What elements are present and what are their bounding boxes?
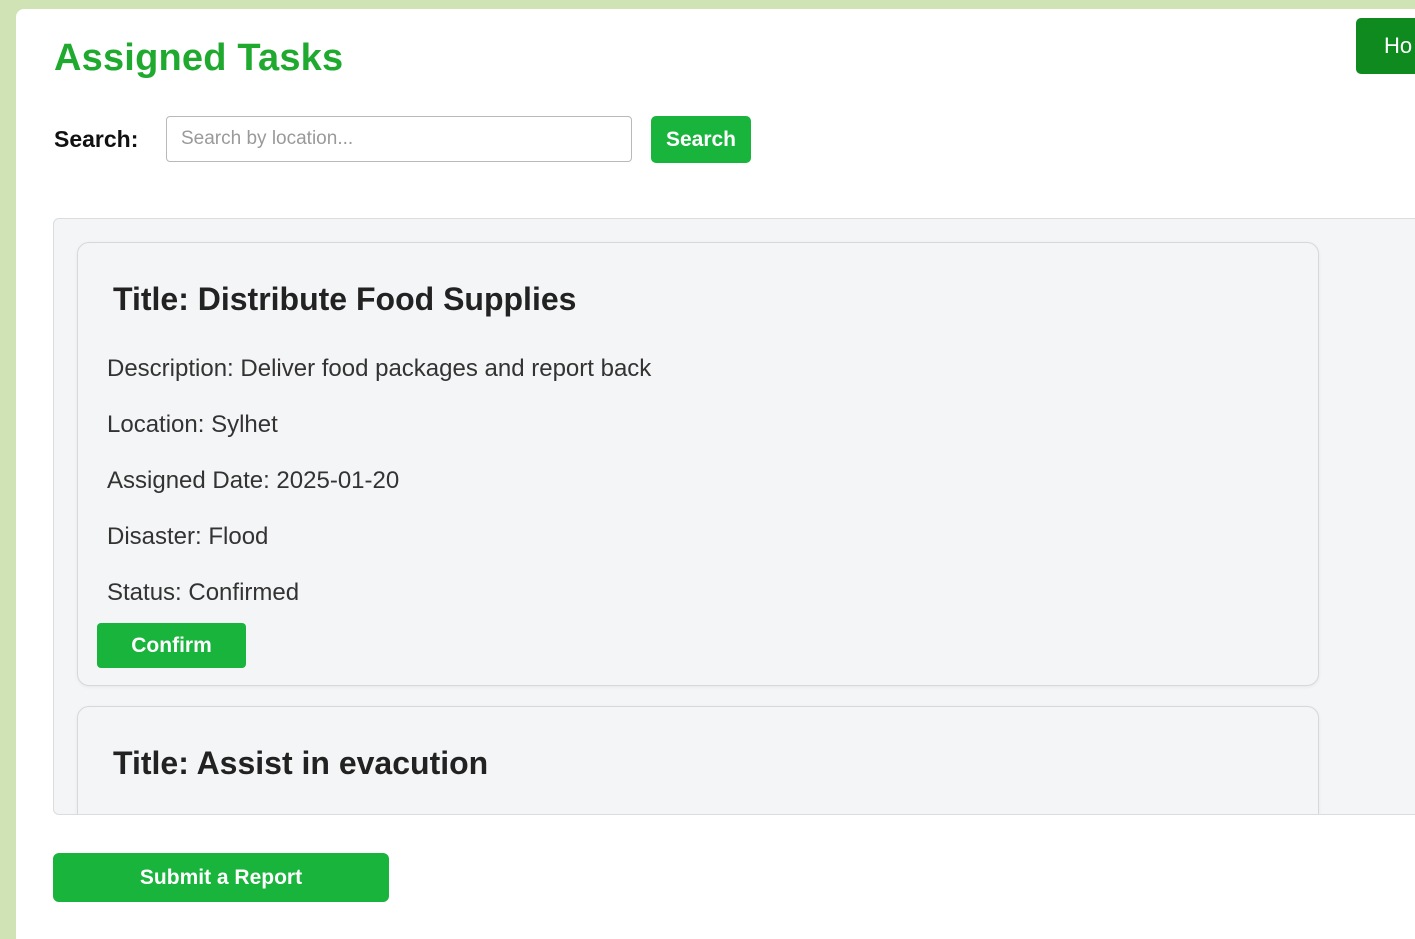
task-location: Location: Sylhet [107,411,278,438]
search-button[interactable]: Search [651,116,751,163]
task-assigned-date: Assigned Date: 2025-01-20 [107,467,400,494]
confirm-button[interactable]: Confirm [97,623,246,668]
task-title: Title: Assist in evacution [113,745,489,781]
task-card: Title: Assist in evacution [77,706,1319,814]
task-card: Title: Distribute Food Supplies Descript… [77,242,1319,686]
home-button[interactable]: Ho [1356,18,1415,74]
submit-report-button[interactable]: Submit a Report [53,853,389,902]
page-title: Assigned Tasks [54,37,344,79]
task-status: Status: Confirmed [107,579,300,606]
task-title: Title: Distribute Food Supplies [113,281,577,317]
task-disaster: Disaster: Flood [107,523,269,550]
task-list-panel[interactable]: Title: Distribute Food Supplies Descript… [53,218,1415,815]
page-container: Assigned Tasks Ho Search: Search Title: … [16,9,1415,939]
search-input[interactable] [166,116,632,162]
search-label: Search: [54,126,139,152]
task-description: Description: Deliver food packages and r… [107,355,652,382]
